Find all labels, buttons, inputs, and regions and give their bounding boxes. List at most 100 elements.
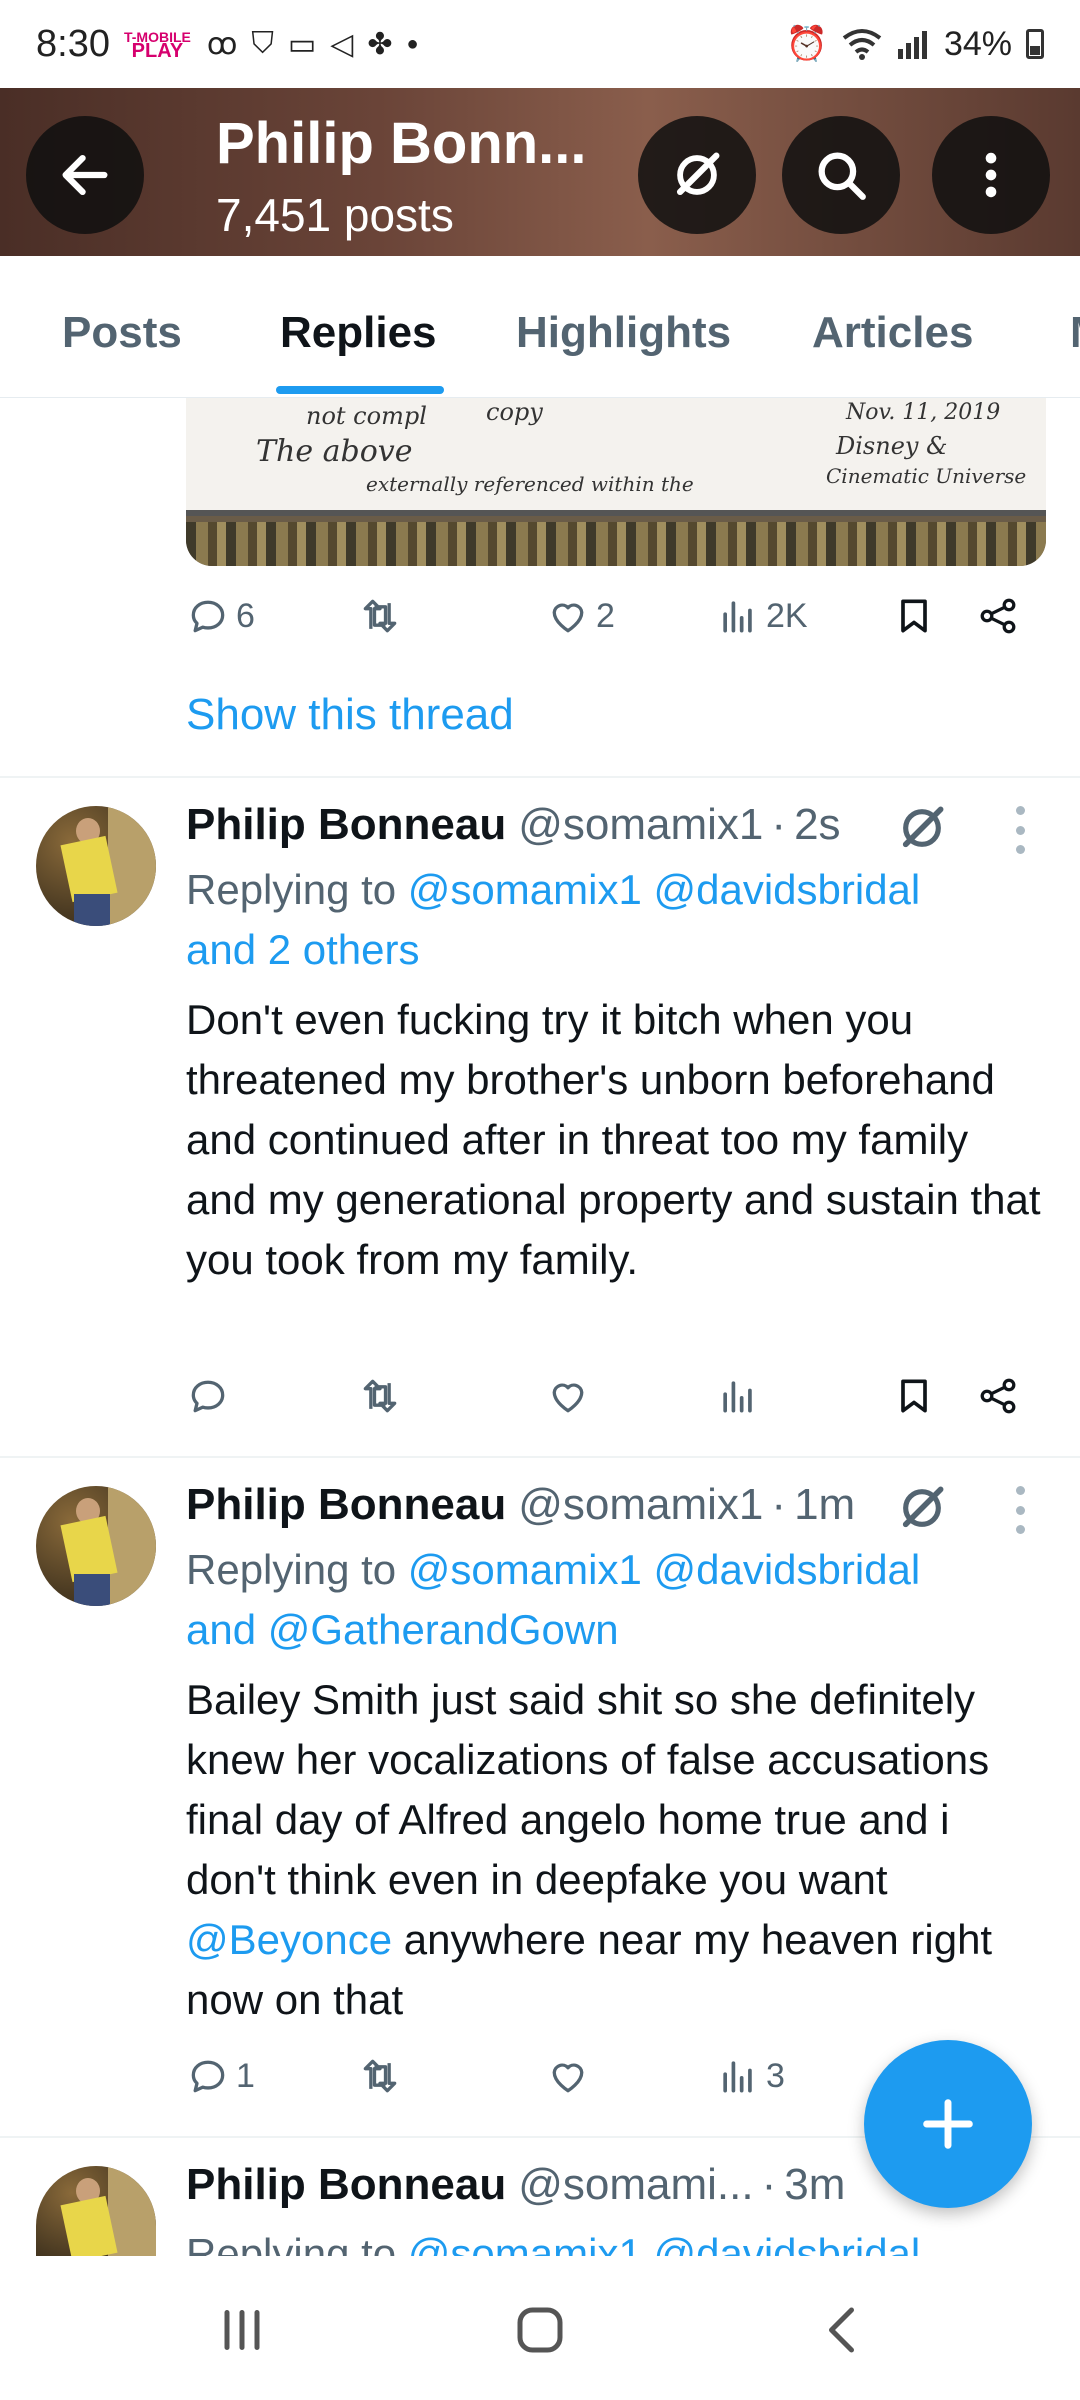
bookmark-button[interactable]: [892, 1374, 936, 1418]
author-name[interactable]: Philip Bonneau: [186, 800, 506, 850]
post-image[interactable]: not compl copy The above externally refe…: [186, 398, 1046, 566]
battery-text: 34%: [943, 24, 1012, 63]
tab-replies[interactable]: Replies: [280, 308, 437, 358]
views-icon: [723, 2061, 752, 2093]
plus-icon: [923, 2099, 973, 2149]
wifi-icon: [842, 29, 882, 60]
dot-icon: ●: [406, 32, 419, 55]
bookmark-button[interactable]: [892, 594, 936, 638]
document-photo: not compl copy The above externally refe…: [186, 398, 1046, 516]
tweet-header: Philip Bonneau @somamix1 · 1m: [186, 1480, 856, 1530]
avatar[interactable]: [36, 2166, 156, 2256]
tweet-time[interactable]: 2s: [794, 800, 840, 850]
author-name[interactable]: Philip Bonneau: [186, 2160, 506, 2210]
views-icon: [723, 1381, 752, 1413]
status-time: 8:30: [36, 22, 110, 65]
repost-icon: [363, 599, 397, 633]
search-button[interactable]: [782, 116, 900, 234]
divider: [0, 1456, 1080, 1458]
divider: [0, 776, 1080, 778]
arrow-left-icon: [62, 154, 108, 196]
post-count: 7,451 posts: [216, 189, 454, 241]
heart-icon: [552, 603, 584, 633]
search-icon: [818, 152, 866, 200]
home-icon: [517, 2307, 563, 2353]
post-actions: [186, 1374, 1032, 1434]
post-actions: 6 2 2K: [186, 594, 1032, 654]
author-name[interactable]: Philip Bonneau: [186, 1480, 506, 1530]
repost-button[interactable]: [358, 594, 408, 638]
grok-icon[interactable]: [894, 1480, 950, 1536]
replying-to-clip: Replying to @somamix1 @davidsbridal: [186, 2224, 1046, 2256]
recent-apps-button[interactable]: [212, 2300, 272, 2360]
bookmark-icon: [901, 1379, 927, 1413]
show-thread-link[interactable]: Show this thread: [186, 690, 514, 740]
tab-highlights[interactable]: Highlights: [516, 308, 731, 358]
carrier-logo: T-MOBILE PLAY: [123, 29, 191, 62]
profile-header: Philip Bonn... 7,451 posts: [0, 88, 1080, 256]
heart-icon: [552, 1383, 584, 1413]
views-button[interactable]: [716, 1374, 766, 1418]
voicemail-icon: ꝏ: [206, 27, 238, 61]
tweet-more-button[interactable]: [1010, 806, 1030, 854]
repost-button[interactable]: [358, 2054, 408, 2098]
system-navigation-bar: [0, 2256, 1080, 2400]
fan-icon: ✤: [367, 27, 393, 61]
tweet-time[interactable]: 1m: [794, 1480, 855, 1530]
mention-beyonce[interactable]: @Beyonce: [186, 1916, 392, 1963]
author-handle[interactable]: @somamix1: [518, 1480, 763, 1530]
status-bar: 8:30 T-MOBILE PLAY ꝏ ⛉ ▭ ◁ ✤ ● ⏰ 34%: [0, 0, 1080, 88]
alarm-icon: ⏰: [785, 25, 828, 63]
replying-to: Replying to @somamix1 @davidsbridal and …: [186, 1546, 921, 1653]
compose-button[interactable]: [864, 2040, 1032, 2208]
reply-button[interactable]: 1: [186, 2054, 255, 2098]
profile-name: Philip Bonn...: [216, 111, 587, 176]
author-handle[interactable]: @somamix1: [518, 800, 763, 850]
chevron-left-icon: [829, 2307, 854, 2353]
replying-mentions[interactable]: @somamix1 @davidsbridal: [408, 866, 920, 913]
recent-apps-icon: [224, 2310, 260, 2350]
like-button[interactable]: 2: [546, 594, 615, 638]
signal-icon: [897, 31, 927, 59]
tweet-more-button[interactable]: [1010, 1486, 1030, 1534]
like-button[interactable]: [546, 2054, 596, 2098]
replying-mentions[interactable]: @somamix1 @davidsbridal: [408, 2230, 920, 2256]
grok-icon[interactable]: [894, 800, 950, 856]
back-nav-button[interactable]: [814, 2300, 874, 2360]
avatar[interactable]: [36, 806, 156, 926]
replying-others[interactable]: and 2 others: [186, 926, 420, 973]
author-handle[interactable]: @somami...: [518, 2160, 753, 2210]
tweet-time[interactable]: 3m: [784, 2160, 845, 2210]
replying-to: Replying to @somamix1 @davidsbridal and …: [186, 866, 921, 973]
reply-button[interactable]: 6: [186, 594, 255, 638]
reply-icon: [191, 2060, 225, 2093]
active-tab-indicator: [276, 386, 444, 394]
grok-icon: [676, 152, 720, 196]
views-button[interactable]: 2K: [716, 594, 808, 638]
tweet-header: Philip Bonneau @somamix1 · 2s: [186, 800, 841, 850]
tweet-text: Bailey Smith just said shit so she defin…: [186, 1676, 993, 2023]
tab-posts[interactable]: Posts: [62, 308, 182, 358]
views-button[interactable]: 3: [716, 2054, 785, 2098]
ground-texture: [186, 522, 1046, 566]
battery-icon: [1026, 29, 1044, 59]
tab-articles[interactable]: Articles: [812, 308, 973, 358]
more-options-button[interactable]: [932, 116, 1050, 234]
replying-mention-gatherandgown[interactable]: @GatherandGown: [268, 1606, 619, 1653]
reply-button[interactable]: [186, 1374, 236, 1418]
share-button[interactable]: [976, 594, 1020, 638]
home-button[interactable]: [510, 2300, 570, 2360]
notification-icons: ꝏ ⛉ ▭ ◁ ✤ ●: [207, 27, 419, 62]
repost-icon: [363, 1379, 397, 1413]
like-button[interactable]: [546, 1374, 596, 1418]
avatar[interactable]: [36, 1486, 156, 1606]
share-button[interactable]: [976, 1374, 1020, 1418]
replying-to: Replying to @somamix1 @davidsbridal: [186, 2224, 1046, 2256]
reply-icon: [191, 600, 225, 633]
replying-mentions[interactable]: @somamix1 @davidsbridal: [408, 1546, 920, 1593]
repost-button[interactable]: [358, 1374, 408, 1418]
grok-button[interactable]: [638, 116, 756, 234]
more-vertical-icon: [985, 152, 997, 198]
back-button[interactable]: [26, 116, 144, 234]
tab-media[interactable]: M: [1070, 308, 1080, 358]
